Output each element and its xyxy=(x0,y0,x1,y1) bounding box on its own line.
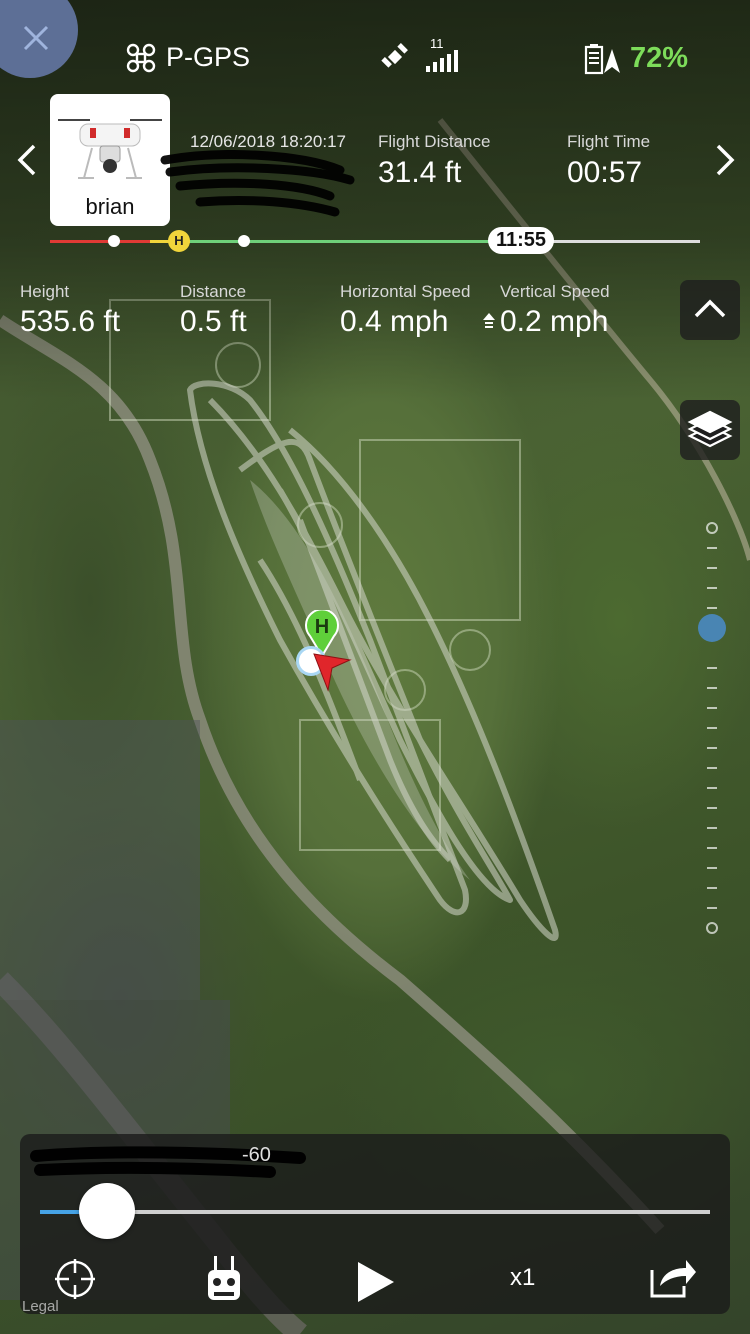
height-label: Height xyxy=(20,282,70,301)
flight-mode-text: P-GPS xyxy=(166,42,251,72)
vertical-up-arrow-icon xyxy=(483,313,495,328)
gps-signal-indicator: 11 xyxy=(380,36,458,74)
timeline-time[interactable]: 11:55 xyxy=(488,227,555,254)
flight-time-label: Flight Time xyxy=(567,132,651,151)
aircraft-name: brian xyxy=(85,194,135,219)
battery-icon xyxy=(584,43,620,74)
crosshair-icon[interactable] xyxy=(54,1258,96,1300)
flight-time-value: 00:57 xyxy=(567,156,643,189)
drone-icon xyxy=(126,43,156,72)
chevron-up-icon xyxy=(694,299,726,318)
distance-label: Distance xyxy=(180,282,247,301)
chevron-left-icon[interactable] xyxy=(12,142,42,178)
flight-datetime: 12/06/2018 18:20:17 xyxy=(190,132,346,151)
remote-controller-icon[interactable] xyxy=(206,1256,242,1302)
horizontal-speed-value: 0.4 mph xyxy=(340,305,449,338)
playback-progress-bar[interactable] xyxy=(40,1183,710,1239)
zoom-slider-handle[interactable] xyxy=(698,614,726,642)
flight-distance-value: 31.4 ft xyxy=(378,156,462,189)
vertical-speed-label: Vertical Speed xyxy=(500,282,610,301)
horizontal-speed-label: Horizontal Speed xyxy=(340,282,471,301)
map-legal-link[interactable]: Legal xyxy=(22,1298,59,1315)
timeline-home-marker[interactable]: H xyxy=(168,230,190,252)
timeline-event-dot[interactable] xyxy=(238,235,250,247)
aircraft-thumbnail[interactable]: brian xyxy=(50,94,170,226)
collapse-panel-button[interactable] xyxy=(680,280,740,340)
home-point-label: H xyxy=(314,616,330,638)
map-layers-button[interactable] xyxy=(680,400,740,460)
playback-scrubber-knob[interactable] xyxy=(79,1183,135,1239)
timeline-event-dot[interactable] xyxy=(108,235,120,247)
zoom-slider[interactable] xyxy=(705,520,719,940)
aircraft-icon xyxy=(313,653,352,692)
flight-mode-indicator: P-GPS xyxy=(126,42,250,73)
timeline-segment-green xyxy=(190,240,490,243)
share-icon[interactable] xyxy=(650,1258,696,1298)
battery-percentage: 72% xyxy=(630,42,689,74)
redaction-scribble xyxy=(160,150,355,217)
timeline-segment-red xyxy=(50,240,150,243)
vertical-speed-value: 0.2 mph xyxy=(500,305,609,338)
playback-speed[interactable]: x1 xyxy=(510,1264,535,1292)
close-icon xyxy=(23,25,49,51)
flight-timeline[interactable]: H 11:55 xyxy=(50,227,700,254)
battery-indicator: 72% xyxy=(584,42,688,75)
play-icon[interactable] xyxy=(356,1260,396,1304)
signal-bars-icon xyxy=(426,50,458,72)
height-value: 535.6 ft xyxy=(20,305,121,338)
distance-value: 0.5 ft xyxy=(180,305,247,338)
playback-caption: -60 xyxy=(242,1144,271,1166)
chevron-right-icon[interactable] xyxy=(710,142,740,178)
satellite-icon xyxy=(381,43,408,68)
playback-panel: -60 x1 xyxy=(20,1134,730,1314)
drone-image xyxy=(58,119,162,179)
flight-distance-label: Flight Distance xyxy=(378,132,491,151)
layers-icon xyxy=(687,410,733,448)
